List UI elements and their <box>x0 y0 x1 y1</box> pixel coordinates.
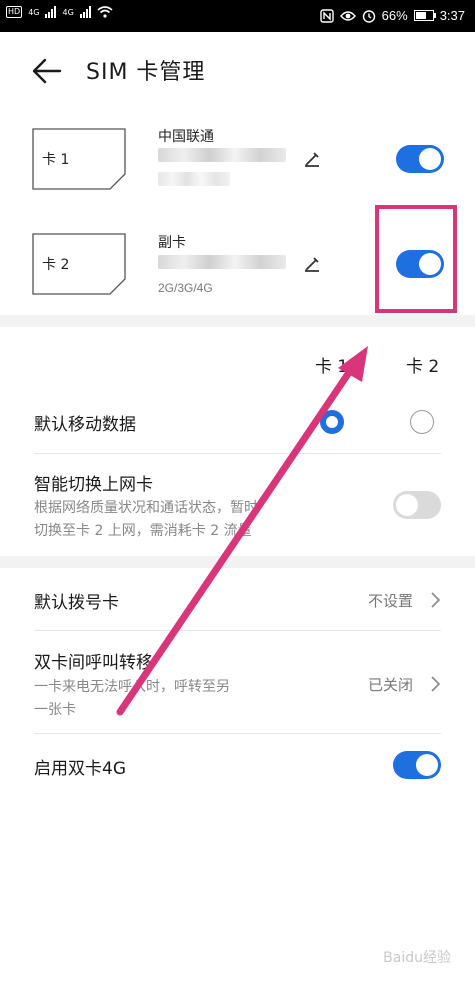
annotation-arrow <box>116 346 368 716</box>
watermark: Baidu经验 <box>383 950 451 966</box>
